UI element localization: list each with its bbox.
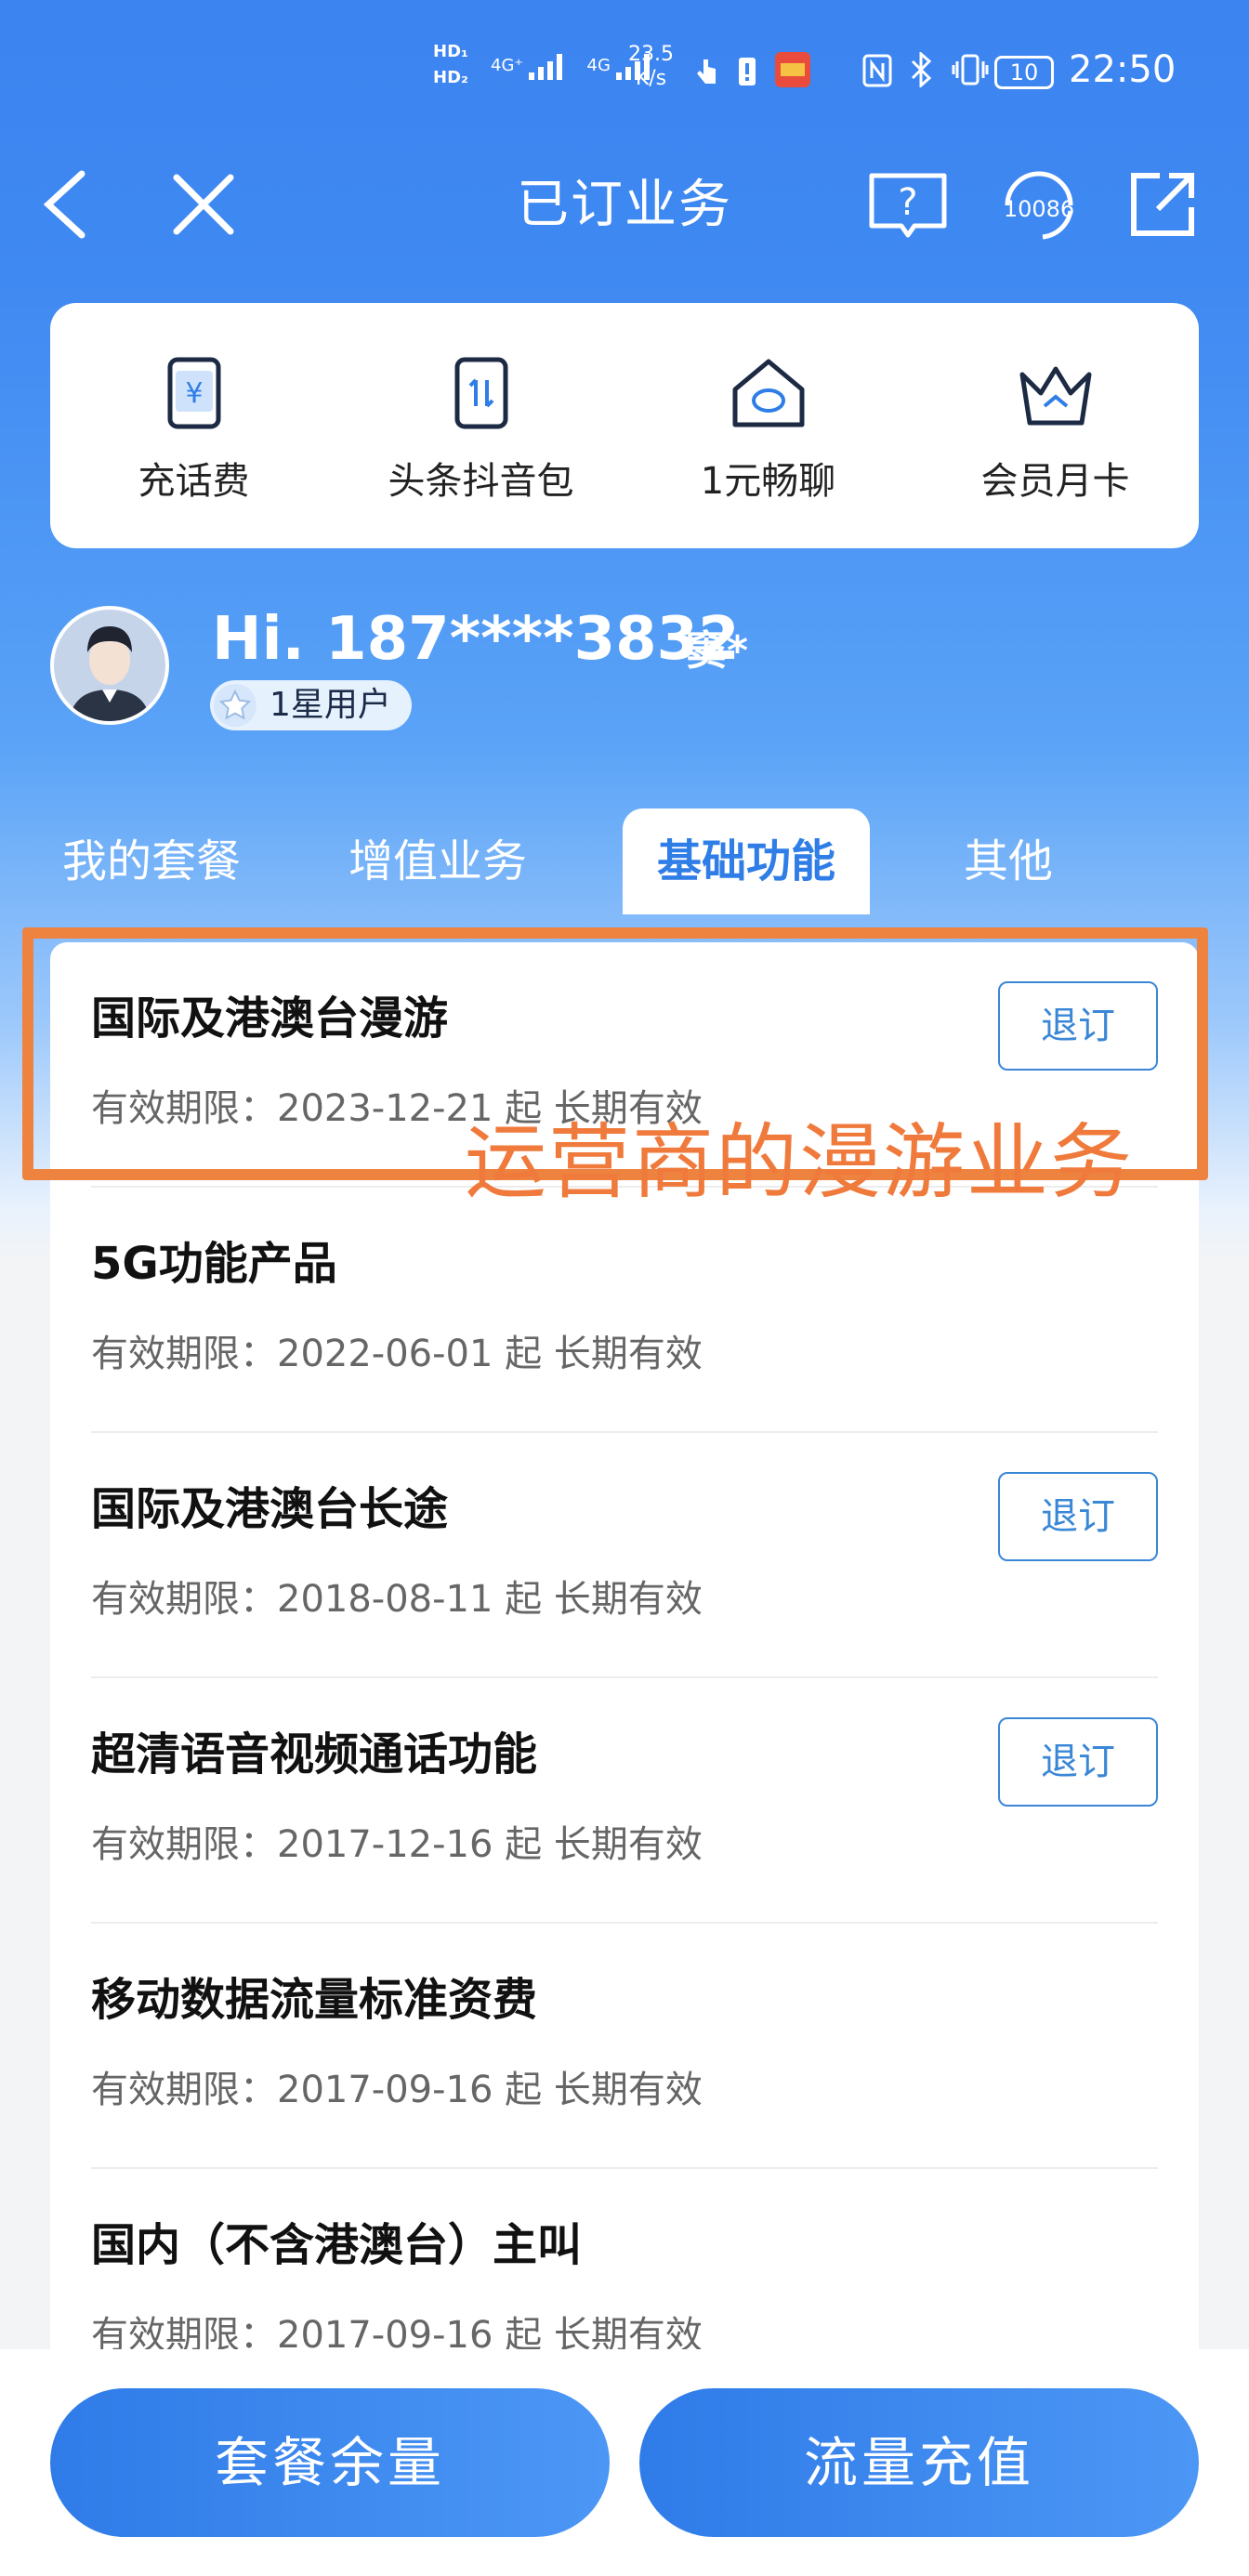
- service-title: 国际及港澳台长途: [91, 1483, 449, 1535]
- hd-indicator: HD₁ HD₂: [433, 39, 468, 91]
- plan-balance-button[interactable]: 套餐余量: [50, 2388, 610, 2537]
- service-validity: 有效期限：2022-06-01 起 长期有效: [91, 1333, 703, 1375]
- signal-bars-icon: [528, 52, 566, 80]
- annotation-text: 运营商的漫游业务: [465, 1114, 1135, 1210]
- quick-item-label: 1元畅聊: [700, 460, 836, 503]
- network2-label: 4G: [586, 56, 611, 75]
- crown-icon: [916, 347, 1195, 430]
- speed-value: 23.5: [628, 43, 674, 66]
- touch-icon: [697, 59, 716, 84]
- quick-item-label: 会员月卡: [980, 460, 1130, 503]
- tab-my-plan[interactable]: 我的套餐: [50, 808, 253, 914]
- status-bar: HD₁ HD₂ 4G⁺ 4G 23.5 K/s 10 22:50: [0, 0, 1249, 139]
- service-number: 10086: [1004, 196, 1074, 222]
- svg-text:?: ?: [898, 181, 917, 224]
- user-name: 窦*: [686, 627, 749, 675]
- headset-icon: 10086: [1004, 171, 1074, 240]
- customer-service-button[interactable]: 10086: [993, 163, 1085, 246]
- svg-text:¥: ¥: [185, 377, 203, 410]
- star-icon: [214, 684, 256, 727]
- quick-item-label: 充话费: [138, 460, 250, 503]
- tab-other[interactable]: 其他: [929, 808, 1087, 914]
- user-phone: Hi. 187****3832: [212, 605, 740, 674]
- bottom-bar: 套餐余量 流量充值: [0, 2349, 1249, 2576]
- network1-label: 4G⁺: [491, 56, 523, 75]
- unsubscribe-button[interactable]: 退订: [998, 1717, 1158, 1807]
- hd2-label: HD₂: [433, 68, 468, 87]
- quick-menu: ¥ 充话费 头条抖音包 1元畅聊 会员月卡: [50, 303, 1199, 548]
- network-speed: 23.5 K/s: [628, 43, 674, 91]
- nfc-icon: [862, 54, 892, 87]
- tab-value-added[interactable]: 增值业务: [336, 808, 539, 914]
- navigation-bar: 已订业务 ? 10086: [0, 139, 1249, 269]
- user-level-badge[interactable]: 1星用户: [210, 680, 412, 730]
- service-title: 移动数据流量标准资费: [91, 1974, 538, 2026]
- service-title: 国内（不含港澳台）主叫: [91, 2219, 583, 2271]
- service-validity: 有效期限：2017-12-16 起 长期有效: [91, 1823, 703, 1866]
- list-item: 移动数据流量标准资费 有效期限：2017-09-16 起 长期有效: [50, 1924, 1199, 2169]
- list-item: 5G功能产品 有效期限：2022-06-01 起 长期有效: [50, 1188, 1199, 1433]
- clock: 22:50: [1069, 48, 1177, 91]
- app-notification-icon: [774, 52, 810, 87]
- tab-basic-functions[interactable]: 基础功能: [623, 808, 870, 914]
- bluetooth-icon: [911, 50, 932, 89]
- avatar[interactable]: [50, 606, 169, 725]
- service-validity: 有效期限：2017-09-16 起 长期有效: [91, 2314, 703, 2355]
- hd1-label: HD₁: [433, 42, 468, 61]
- vibrate-icon: [952, 54, 989, 85]
- unsubscribe-button[interactable]: 退订: [998, 1472, 1158, 1561]
- share-button[interactable]: [1121, 163, 1204, 246]
- home-chat-icon: [629, 347, 908, 430]
- service-validity: 有效期限：2017-09-16 起 长期有效: [91, 2069, 703, 2111]
- service-title: 5G功能产品: [91, 1238, 337, 1290]
- quick-item-chat[interactable]: 1元畅聊: [629, 347, 908, 505]
- quick-item-video-package[interactable]: 头条抖音包: [342, 347, 621, 505]
- category-tabs: 我的套餐 增值业务 基础功能 其他: [50, 808, 1199, 914]
- system-icons: [695, 50, 989, 96]
- phone-transfer-icon: [342, 347, 621, 430]
- speed-unit: K/s: [635, 67, 667, 90]
- help-button[interactable]: ?: [866, 163, 950, 246]
- list-item: 国际及港澳台长途 有效期限：2018-08-11 起 长期有效 退订: [50, 1433, 1199, 1678]
- list-item: 超清语音视频通话功能 有效期限：2017-12-16 起 长期有效 退订: [50, 1678, 1199, 1924]
- battery-level: 10: [1009, 59, 1039, 85]
- quick-item-label: 头条抖音包: [388, 460, 574, 503]
- list-item: 国内（不含港澳台）主叫 有效期限：2017-09-16 起 长期有效: [50, 2169, 1199, 2355]
- battery-warn-icon: [738, 58, 756, 85]
- user-level-label: 1星用户: [270, 686, 391, 724]
- quick-item-recharge[interactable]: ¥ 充话费: [55, 347, 334, 505]
- share-external-icon: [1131, 173, 1194, 236]
- battery-icon: 10: [994, 56, 1054, 89]
- data-recharge-button[interactable]: 流量充值: [639, 2388, 1199, 2537]
- quick-item-member[interactable]: 会员月卡: [916, 347, 1195, 505]
- phone-yuan-icon: ¥: [55, 347, 334, 430]
- service-title: 超清语音视频通话功能: [91, 1728, 538, 1781]
- help-book-icon: ?: [869, 173, 947, 238]
- service-validity: 有效期限：2018-08-11 起 长期有效: [91, 1578, 703, 1621]
